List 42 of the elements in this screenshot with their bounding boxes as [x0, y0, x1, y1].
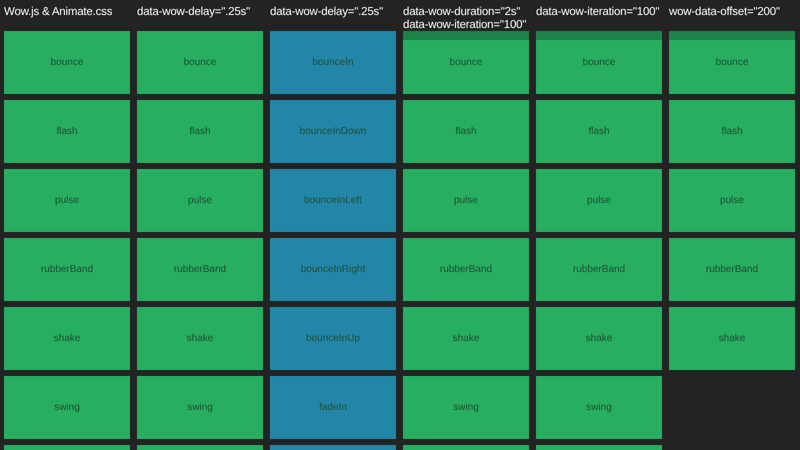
column-heading: data-wow-iteration="100": [403, 19, 526, 32]
tile-label: pulse: [454, 194, 478, 208]
column-heading: data-wow-duration="2s": [403, 6, 522, 19]
tile-label: bounceIn: [312, 56, 354, 70]
tile-label: rubberBand: [572, 263, 626, 277]
tile-label: pulse: [188, 194, 212, 208]
tile-label: bounce: [582, 56, 616, 70]
tile-label: bounce: [50, 56, 84, 70]
tile-label: swing: [54, 401, 80, 415]
tile-label: bounce: [184, 56, 216, 70]
tile-label: bounceInDown: [300, 125, 366, 139]
tile-label: swing: [586, 401, 612, 415]
tile-label: shake: [586, 332, 612, 346]
tile-label: rubberBand: [440, 263, 492, 277]
column-heading: Wow.js & Animate.css: [4, 6, 112, 19]
tile-label: fadeIn: [319, 401, 347, 415]
column-heading: data-wow-iteration="100": [536, 6, 660, 19]
tile-label: rubberBand: [174, 263, 226, 277]
tile-label: flash: [588, 125, 610, 139]
tile-label: swing: [187, 401, 213, 415]
tile-label: flash: [455, 125, 477, 139]
column-heading: data-wow-delay=".25s": [137, 6, 250, 19]
tile-label: flash: [189, 125, 211, 139]
tile-label: shake: [718, 332, 746, 346]
tile-label: pulse: [587, 194, 611, 208]
tile-label: bounceInRight: [300, 263, 366, 277]
tile-label: pulse: [720, 194, 744, 208]
tile-label: rubberBand: [40, 263, 94, 277]
tile-label: shake: [54, 332, 80, 346]
tile-label: bounceInLeft: [304, 194, 362, 208]
tile-label: flash: [56, 125, 78, 139]
column-heading: data-wow-delay=".25s": [270, 6, 383, 19]
tile-label: flash: [721, 125, 743, 139]
tile-label: bounceInUp: [306, 332, 360, 346]
column-heading: wow-data-offset="200": [669, 6, 780, 19]
tile-label: bounce: [716, 56, 748, 70]
tile-label: pulse: [55, 194, 79, 208]
tile-label: bounce: [450, 56, 482, 70]
tile-label: shake: [452, 332, 480, 346]
tile-label: shake: [186, 332, 214, 346]
tile-label: rubberBand: [706, 263, 758, 277]
tile-label: swing: [453, 401, 479, 415]
